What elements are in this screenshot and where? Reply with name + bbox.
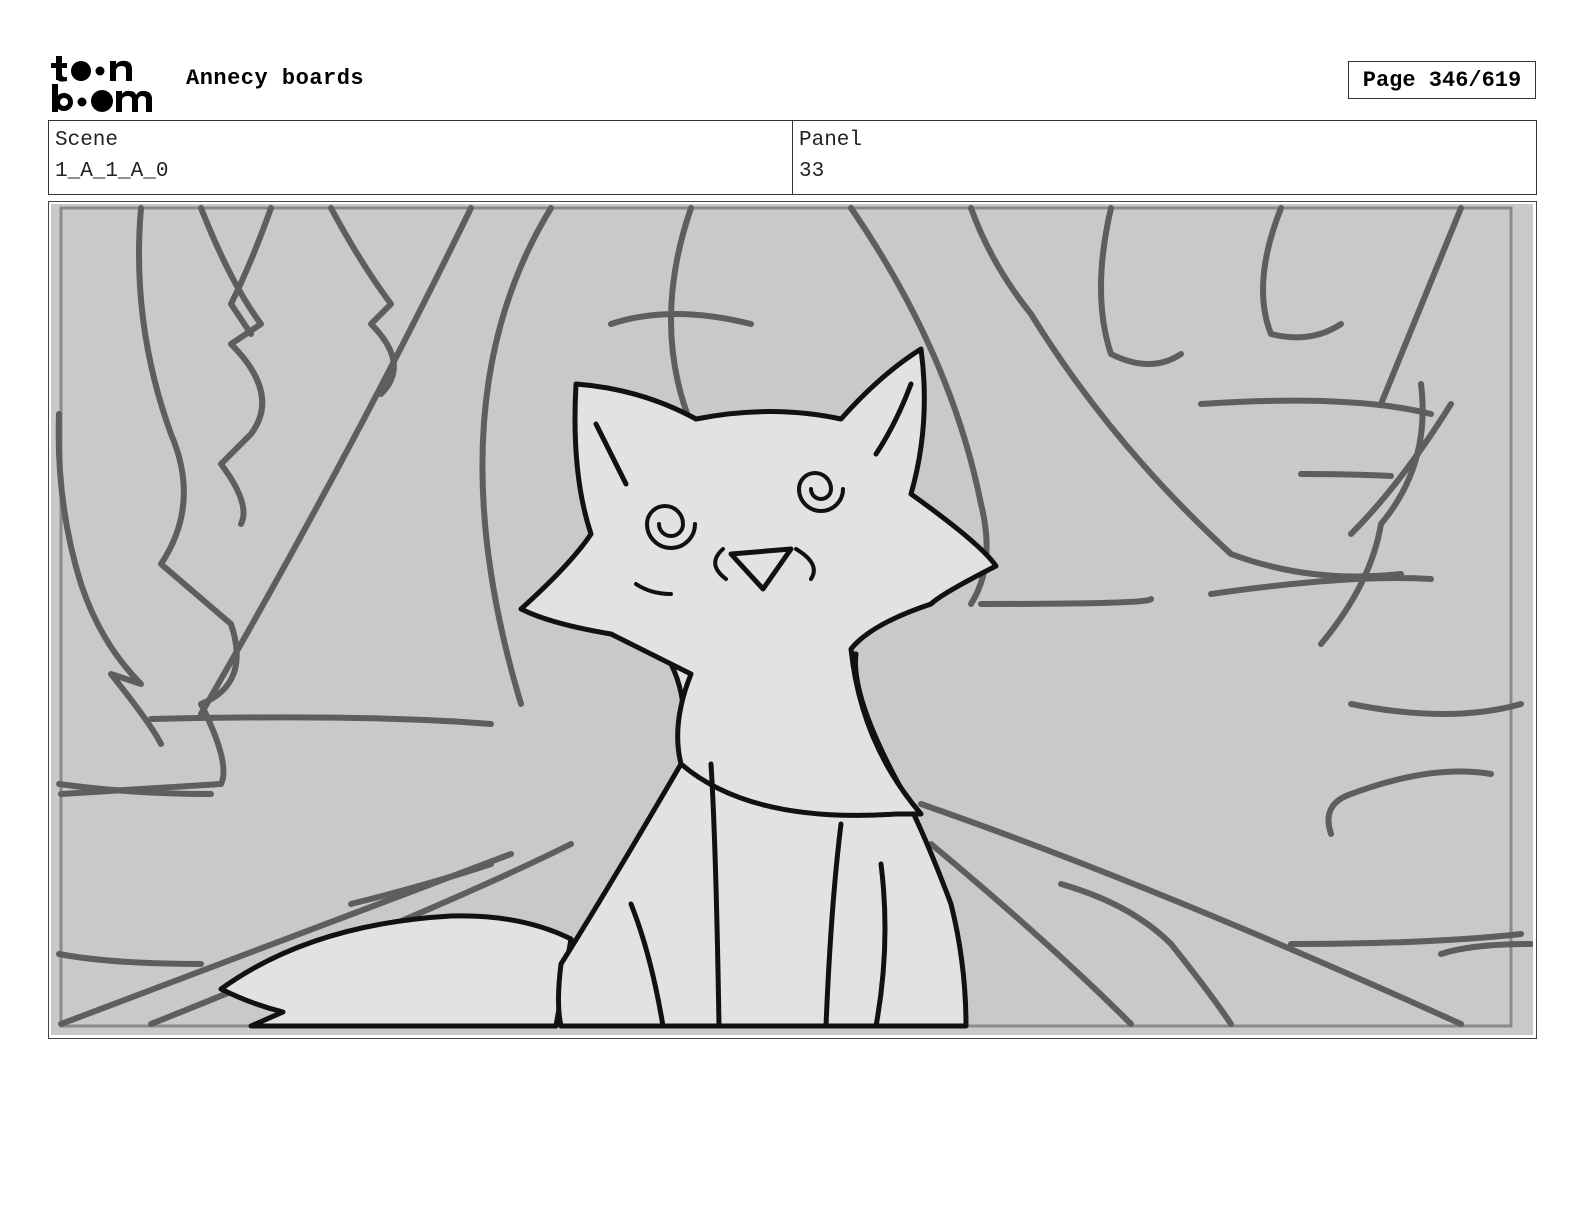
scene-label: Scene — [55, 129, 119, 152]
scene-panel-info: Scene 1_A_1_A_0 Panel 33 — [48, 120, 1537, 195]
toonboom-logo — [51, 56, 152, 112]
scene-cell: Scene 1_A_1_A_0 — [49, 121, 792, 194]
storyboard-panel-image — [51, 204, 1533, 1035]
panel-cell: Panel 33 — [792, 121, 1536, 194]
panel-label: Panel — [799, 129, 863, 152]
document-title: Annecy boards — [186, 66, 365, 91]
scene-value: 1_A_1_A_0 — [55, 160, 169, 183]
page-indicator: Page 346/619 — [1348, 61, 1536, 99]
panel-value: 33 — [799, 160, 825, 183]
storyboard-panel-frame — [48, 201, 1537, 1039]
